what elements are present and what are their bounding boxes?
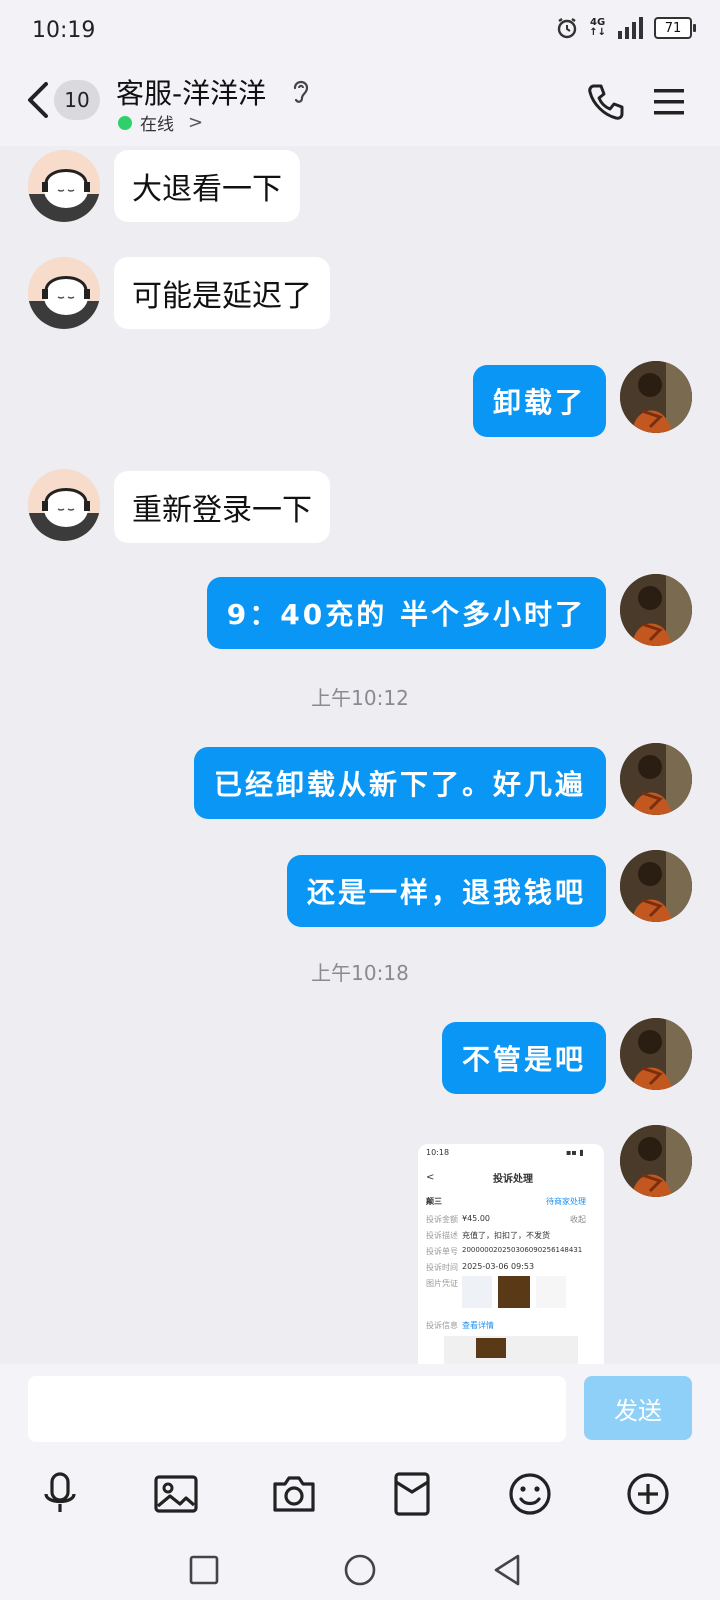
user-avatar[interactable] bbox=[620, 1018, 692, 1090]
agent-avatar[interactable] bbox=[28, 469, 100, 541]
message-bubble-sent[interactable]: 已经卸载从新下了。好几遍 bbox=[193, 747, 606, 819]
online-status-label: 在线 bbox=[140, 115, 174, 135]
user-avatar[interactable] bbox=[620, 361, 692, 433]
message-input[interactable] bbox=[28, 1376, 566, 1442]
shot-row-value: 充值了，扣扣了，不发货 bbox=[462, 1231, 550, 1240]
shot-status: 待商家处理 bbox=[546, 1197, 586, 1206]
user-avatar[interactable] bbox=[620, 574, 692, 646]
message-timestamp: 上午10:12 bbox=[311, 686, 409, 710]
user-avatar[interactable] bbox=[620, 850, 692, 922]
user-avatar[interactable] bbox=[620, 1125, 692, 1197]
online-status[interactable]: 在线 > bbox=[118, 110, 203, 135]
recent-apps-icon[interactable] bbox=[186, 1552, 222, 1588]
shot-row-value: 查看详情 bbox=[462, 1321, 494, 1330]
user-portrait-avatar-icon bbox=[620, 361, 692, 433]
cat-headset-avatar-icon bbox=[28, 150, 100, 222]
shot-row-label: 投诉描述 bbox=[426, 1231, 458, 1240]
unread-count-badge[interactable]: 10 bbox=[54, 80, 100, 120]
image-icon[interactable] bbox=[152, 1470, 200, 1518]
status-icons: 4G ↑↓ 71 bbox=[555, 16, 696, 40]
shot-row-value: ¥45.00 bbox=[462, 1214, 490, 1223]
shot-thumb bbox=[462, 1276, 492, 1308]
user-portrait-avatar-icon bbox=[620, 1125, 692, 1197]
signal-icon bbox=[618, 17, 643, 39]
home-icon[interactable] bbox=[342, 1552, 378, 1588]
shot-thumb bbox=[536, 1276, 566, 1308]
message-bubble-sent[interactable]: 卸载了 bbox=[472, 365, 606, 437]
shot-time: 10:18 bbox=[426, 1148, 450, 1157]
system-navigation-bar bbox=[0, 1540, 720, 1600]
message-bubble-sent[interactable]: 9：40充的 半个多小时了 bbox=[206, 577, 606, 649]
message-bubble-received[interactable]: 大退看一下 bbox=[114, 150, 300, 222]
shot-back-icon: < bbox=[426, 1172, 435, 1183]
agent-avatar[interactable] bbox=[28, 257, 100, 329]
shot-status-icons: ▪▪ ▮ bbox=[566, 1148, 584, 1157]
shot-row-label: 投诉单号 bbox=[426, 1247, 458, 1256]
camera-icon[interactable] bbox=[270, 1470, 318, 1518]
message-list[interactable]: 大退看一下 可能是延迟了 卸载了 重新登录一下 9：40充的 半个多小时了 上午… bbox=[0, 146, 720, 1364]
shot-row-label: 投诉时间 bbox=[426, 1263, 458, 1272]
data-arrows-icon: ↑↓ bbox=[589, 27, 606, 38]
chat-title: 客服-洋洋洋 bbox=[116, 77, 267, 110]
microphone-icon[interactable] bbox=[36, 1470, 84, 1518]
user-portrait-avatar-icon bbox=[620, 574, 692, 646]
chevron-right-icon: > bbox=[188, 112, 204, 133]
message-bubble-sent[interactable]: 不管是吧 bbox=[441, 1022, 606, 1094]
battery-level: 71 bbox=[664, 20, 682, 36]
chat-header: 10 客服-洋洋洋 在线 > bbox=[0, 64, 720, 146]
message-bubble-received[interactable]: 可能是延迟了 bbox=[114, 257, 330, 329]
ear-icon[interactable] bbox=[290, 76, 312, 106]
online-dot-icon bbox=[118, 115, 132, 130]
shot-title: 投诉处理 bbox=[493, 1174, 533, 1185]
shot-thumb bbox=[498, 1276, 530, 1308]
shot-merchant: 颠三 bbox=[426, 1197, 442, 1206]
shot-thumb bbox=[476, 1338, 506, 1358]
shot-row-label: 投诉金额 bbox=[426, 1215, 458, 1224]
user-portrait-avatar-icon bbox=[620, 743, 692, 815]
red-packet-icon[interactable] bbox=[388, 1470, 436, 1518]
user-avatar[interactable] bbox=[620, 743, 692, 815]
user-portrait-avatar-icon bbox=[620, 850, 692, 922]
back-icon[interactable] bbox=[490, 1552, 526, 1588]
composer-toolbar bbox=[0, 1450, 720, 1540]
status-bar: 10:19 4G ↑↓ 71 bbox=[0, 0, 720, 64]
send-button[interactable]: 发送 bbox=[584, 1376, 692, 1440]
back-arrow-icon[interactable] bbox=[22, 80, 56, 120]
status-time: 10:19 bbox=[32, 18, 96, 43]
shot-row-label: 图片凭证 bbox=[426, 1279, 458, 1288]
agent-avatar[interactable] bbox=[28, 150, 100, 222]
shot-row-value: 2025-03-06 09:53 bbox=[462, 1262, 535, 1271]
phone-call-icon[interactable] bbox=[586, 82, 626, 122]
shot-preview bbox=[444, 1336, 578, 1364]
cat-headset-avatar-icon bbox=[28, 469, 100, 541]
composer: 发送 bbox=[0, 1364, 720, 1450]
menu-icon[interactable] bbox=[652, 86, 686, 118]
cat-headset-avatar-icon bbox=[28, 257, 100, 329]
alarm-icon bbox=[558, 18, 577, 39]
shot-row-value: 200000020250306090256148431 bbox=[462, 1246, 583, 1254]
emoji-icon[interactable] bbox=[506, 1470, 554, 1518]
shot-collapse: 收起 bbox=[570, 1215, 586, 1224]
add-more-icon[interactable] bbox=[624, 1470, 672, 1518]
message-timestamp: 上午10:18 bbox=[311, 961, 409, 985]
message-bubble-received[interactable]: 重新登录一下 bbox=[114, 471, 330, 543]
shot-row-label: 投诉信息 bbox=[426, 1321, 458, 1330]
battery-icon: 71 bbox=[654, 17, 696, 39]
message-bubble-sent[interactable]: 还是一样，退我钱吧 bbox=[286, 855, 606, 927]
user-portrait-avatar-icon bbox=[620, 1018, 692, 1090]
image-message-complaint-screenshot[interactable]: 10:18 ▪▪ ▮ < 投诉处理 颠三 待商家处理 收起 投诉金额 ¥45.0… bbox=[418, 1144, 604, 1364]
